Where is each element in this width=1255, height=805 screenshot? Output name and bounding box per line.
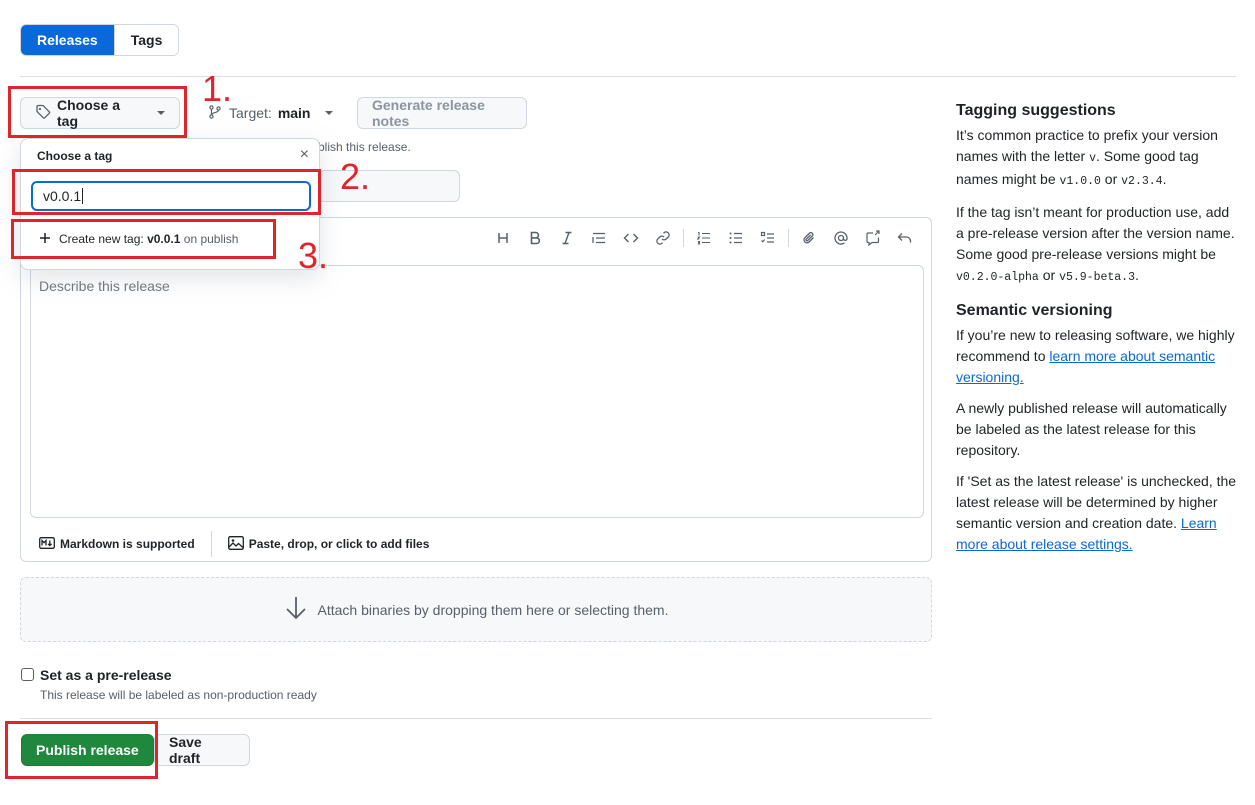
image-icon <box>227 535 244 553</box>
bold-icon[interactable] <box>519 226 551 250</box>
description-textarea[interactable]: Describe this release <box>30 265 924 518</box>
italic-icon[interactable] <box>551 226 583 250</box>
quote-icon[interactable] <box>583 226 615 250</box>
annotation-box-1 <box>8 86 187 138</box>
code-snippet: v5.9-beta.3 <box>1059 271 1135 284</box>
annotation-label-1: 1. <box>202 68 233 109</box>
attach-binaries-label: Attach binaries by dropping them here or… <box>317 601 669 618</box>
code-snippet: v2.3.4 <box>1121 175 1163 188</box>
text: If the tag isn’t meant for production us… <box>956 204 1235 262</box>
target-prefix: Target: <box>229 105 272 121</box>
add-files-label: Paste, drop, or click to add files <box>248 537 430 551</box>
editor-footer: Markdown is supported Paste, drop, or cl… <box>21 526 931 562</box>
ordered-list-icon[interactable] <box>688 226 720 250</box>
annotation-label-2: 2. <box>340 156 371 197</box>
tab-releases[interactable]: Releases <box>21 25 114 55</box>
semantic-versioning-title: Semantic versioning <box>956 302 1113 319</box>
annotation-box-3 <box>11 219 276 259</box>
mention-icon[interactable] <box>825 226 857 250</box>
tagging-paragraph-2: If the tag isn’t meant for production us… <box>956 202 1238 288</box>
heading-icon[interactable] <box>487 226 519 250</box>
annotation-label-3: 3. <box>298 235 329 276</box>
tab-tags[interactable]: Tags <box>113 25 179 55</box>
target-value: main <box>277 105 311 121</box>
semver-paragraph-1: If you’re new to releasing software, we … <box>956 325 1238 388</box>
markdown-toolbar <box>487 226 921 250</box>
markdown-icon <box>39 536 55 552</box>
save-draft-button[interactable]: Save draft <box>154 734 250 766</box>
popover-title: Choose a tag <box>37 149 113 163</box>
add-files-button[interactable]: Paste, drop, or click to add files <box>227 535 430 553</box>
toolbar-divider <box>683 229 684 247</box>
tagging-paragraph-1: It’s common practice to prefix your vers… <box>956 125 1238 192</box>
task-list-icon[interactable] <box>752 226 784 250</box>
chevron-down-icon <box>324 111 333 115</box>
close-icon[interactable]: × <box>300 146 309 164</box>
annotation-box-publish <box>5 721 158 779</box>
toolbar-divider <box>788 229 789 247</box>
semver-paragraph-3: If 'Set as the latest release' is unchec… <box>956 471 1238 555</box>
semver-paragraph-2: A newly published release will automatic… <box>956 400 1227 458</box>
attach-binaries-dropzone[interactable]: Attach binaries by dropping them here or… <box>20 577 932 642</box>
generate-release-notes-button[interactable]: Generate release notes <box>357 97 527 129</box>
text: . <box>1134 267 1139 283</box>
undo-icon[interactable] <box>889 226 921 250</box>
prerelease-checkbox[interactable] <box>21 668 34 681</box>
releases-tags-tabs: Releases Tags <box>20 24 180 56</box>
tagging-suggestions-title: Tagging suggestions <box>956 102 1116 119</box>
code-icon[interactable] <box>615 226 647 250</box>
arrow-down-icon <box>284 595 308 624</box>
text: or <box>1038 267 1060 283</box>
bottom-divider <box>20 718 932 719</box>
markdown-supported-link[interactable]: Markdown is supported <box>39 536 195 552</box>
footer-divider <box>210 531 212 557</box>
code-snippet: v <box>1089 152 1096 165</box>
markdown-label: Markdown is supported <box>60 537 195 551</box>
link-icon[interactable] <box>647 226 679 250</box>
text: or <box>1100 171 1122 187</box>
prerelease-description: This release will be labeled as non-prod… <box>40 688 317 702</box>
text: . <box>1162 171 1167 187</box>
tag-hint-text: blish this release. <box>318 140 411 154</box>
cross-reference-icon[interactable] <box>857 226 889 250</box>
unordered-list-icon[interactable] <box>720 226 752 250</box>
prerelease-label[interactable]: Set as a pre-release <box>40 667 172 683</box>
code-snippet: v0.2.0-alpha <box>956 271 1039 284</box>
annotation-box-2 <box>12 169 321 215</box>
release-sidebar: Tagging suggestions It’s common practice… <box>956 100 1238 565</box>
code-snippet: v1.0.0 <box>1059 175 1101 188</box>
paperclip-icon[interactable] <box>793 226 825 250</box>
